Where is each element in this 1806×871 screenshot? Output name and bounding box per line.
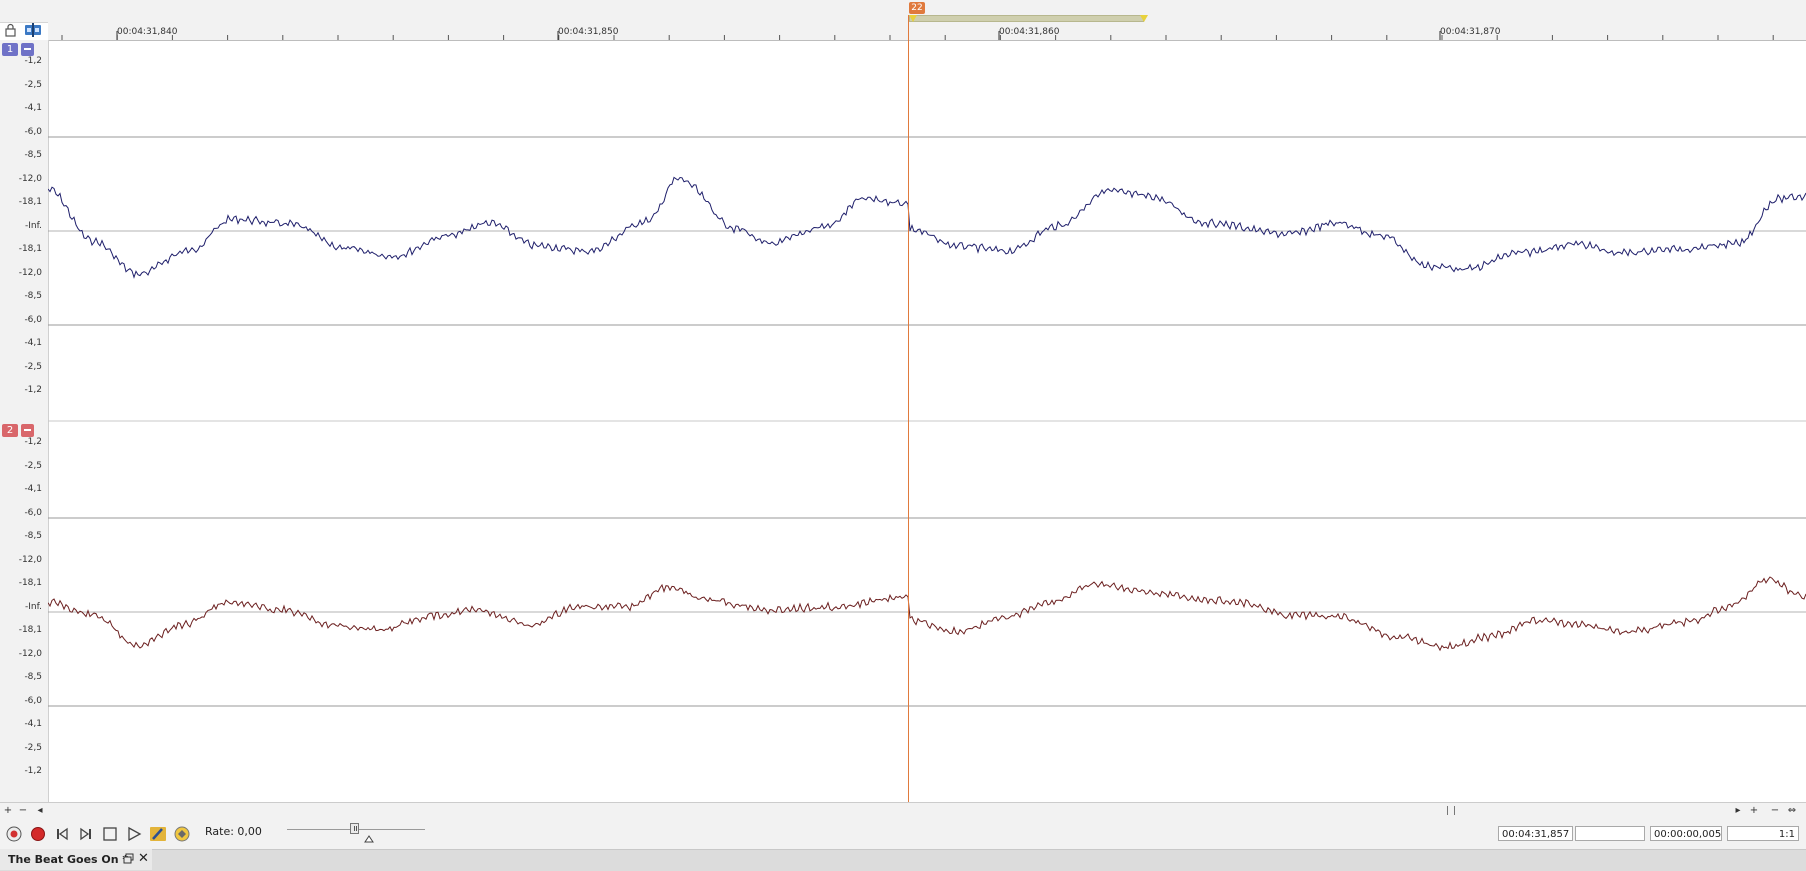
rate-slider-thumb[interactable] <box>350 823 359 834</box>
playback-cursor[interactable] <box>908 15 909 802</box>
scale-label: -1,2 <box>24 56 42 66</box>
record-arm-icon[interactable] <box>5 825 23 843</box>
selection-length-field[interactable]: 00:00:00,005 <box>1650 826 1722 841</box>
scale-label: -8,5 <box>24 672 42 682</box>
scale-label: -2,5 <box>24 79 42 90</box>
channel-2-badge[interactable]: 2 <box>2 424 18 437</box>
region-end-handle[interactable] <box>1140 15 1148 22</box>
horizontal-scrollbar[interactable]: + − ◂ ▸ + − ⇔ <box>0 802 1806 820</box>
scale-label: -2,5 <box>24 361 42 372</box>
zoom-in-button[interactable]: + <box>1748 804 1760 817</box>
go-to-end-icon[interactable] <box>77 825 95 843</box>
channel-2-collapse-button[interactable] <box>21 424 34 437</box>
ruler-label: 00:04:31,850 <box>558 27 619 37</box>
scale-label: -18,1 <box>18 244 42 254</box>
go-to-start-icon[interactable] <box>53 825 71 843</box>
scale-label: -12,0 <box>18 554 42 565</box>
channel-1-badge[interactable]: 1 <box>2 43 18 56</box>
marker-bar[interactable] <box>0 0 1806 23</box>
scale-label: -8,5 <box>24 150 42 160</box>
snap-icon[interactable] <box>24 22 42 38</box>
time-ruler[interactable] <box>48 22 1806 41</box>
ruler-label: 00:04:31,870 <box>1440 27 1501 37</box>
scale-label: -12,0 <box>18 173 42 184</box>
close-tab-icon[interactable]: ✕ <box>138 851 149 866</box>
scale-label: -4,1 <box>24 103 42 113</box>
scroll-thumb[interactable] <box>1447 806 1455 815</box>
scale-label: -2,5 <box>24 742 42 753</box>
scale-label: -4,1 <box>24 338 42 348</box>
scale-label: -4,1 <box>24 484 42 494</box>
envelope-tool-icon[interactable] <box>173 825 191 843</box>
scale-label: -6,0 <box>24 695 42 706</box>
scale-label: -6,0 <box>24 314 42 325</box>
rate-center-mark-icon <box>364 835 374 843</box>
scale-label: -12,0 <box>18 267 42 278</box>
scale-label: -2,5 <box>24 460 42 471</box>
scroll-right-arrow-icon[interactable]: ▸ <box>1732 804 1744 817</box>
lock-icon[interactable] <box>4 23 17 37</box>
zoom-ratio-field[interactable]: 1:1 <box>1727 826 1799 841</box>
ruler-label: 00:04:31,840 <box>117 27 178 37</box>
pencil-tool-icon[interactable] <box>149 825 167 843</box>
scale-label: -1,2 <box>24 437 42 447</box>
selection-end-field[interactable] <box>1575 826 1645 841</box>
ruler-label: 00:04:31,860 <box>999 27 1060 37</box>
scale-label: -18,1 <box>18 197 42 207</box>
scale-label: -18,1 <box>18 625 42 635</box>
channel-1-collapse-button[interactable] <box>21 43 34 56</box>
scale-label: -8,5 <box>24 291 42 301</box>
rate-label: Rate: 0,00 <box>205 825 262 838</box>
marker-badge[interactable]: 22 <box>909 2 925 14</box>
fit-width-icon[interactable]: ⇔ <box>1786 804 1798 817</box>
document-tab-title[interactable]: The Beat Goes On * <box>8 853 128 866</box>
channel-1-waveform <box>48 176 1806 279</box>
zoom-out-button[interactable]: − <box>17 804 29 817</box>
scale-label: -Inf. <box>25 220 42 231</box>
scale-label: -6,0 <box>24 126 42 137</box>
scale-label: -4,1 <box>24 719 42 729</box>
zoom-out-button[interactable]: − <box>1769 804 1781 817</box>
scale-label: -18,1 <box>18 578 42 588</box>
cursor-time-field[interactable]: 00:04:31,857 <box>1498 826 1573 841</box>
scale-label: -6,0 <box>24 507 42 518</box>
channel-2-waveform <box>48 576 1806 652</box>
play-icon[interactable] <box>125 825 143 843</box>
region-start-handle[interactable] <box>909 15 917 22</box>
zoom-in-button[interactable]: + <box>2 804 14 817</box>
restore-window-icon[interactable] <box>123 853 134 864</box>
scale-label: -1,2 <box>24 766 42 776</box>
document-tab-bar <box>0 849 1806 871</box>
waveform-view[interactable] <box>48 40 1806 802</box>
scale-label: -1,2 <box>24 385 42 395</box>
scale-label: -8,5 <box>24 531 42 541</box>
scroll-left-arrow-icon[interactable]: ◂ <box>34 804 46 817</box>
scale-label: -12,0 <box>18 648 42 659</box>
scale-label: -Inf. <box>25 601 42 612</box>
record-icon[interactable] <box>29 825 47 843</box>
stop-icon[interactable] <box>101 825 119 843</box>
selection-region[interactable] <box>909 15 1144 22</box>
